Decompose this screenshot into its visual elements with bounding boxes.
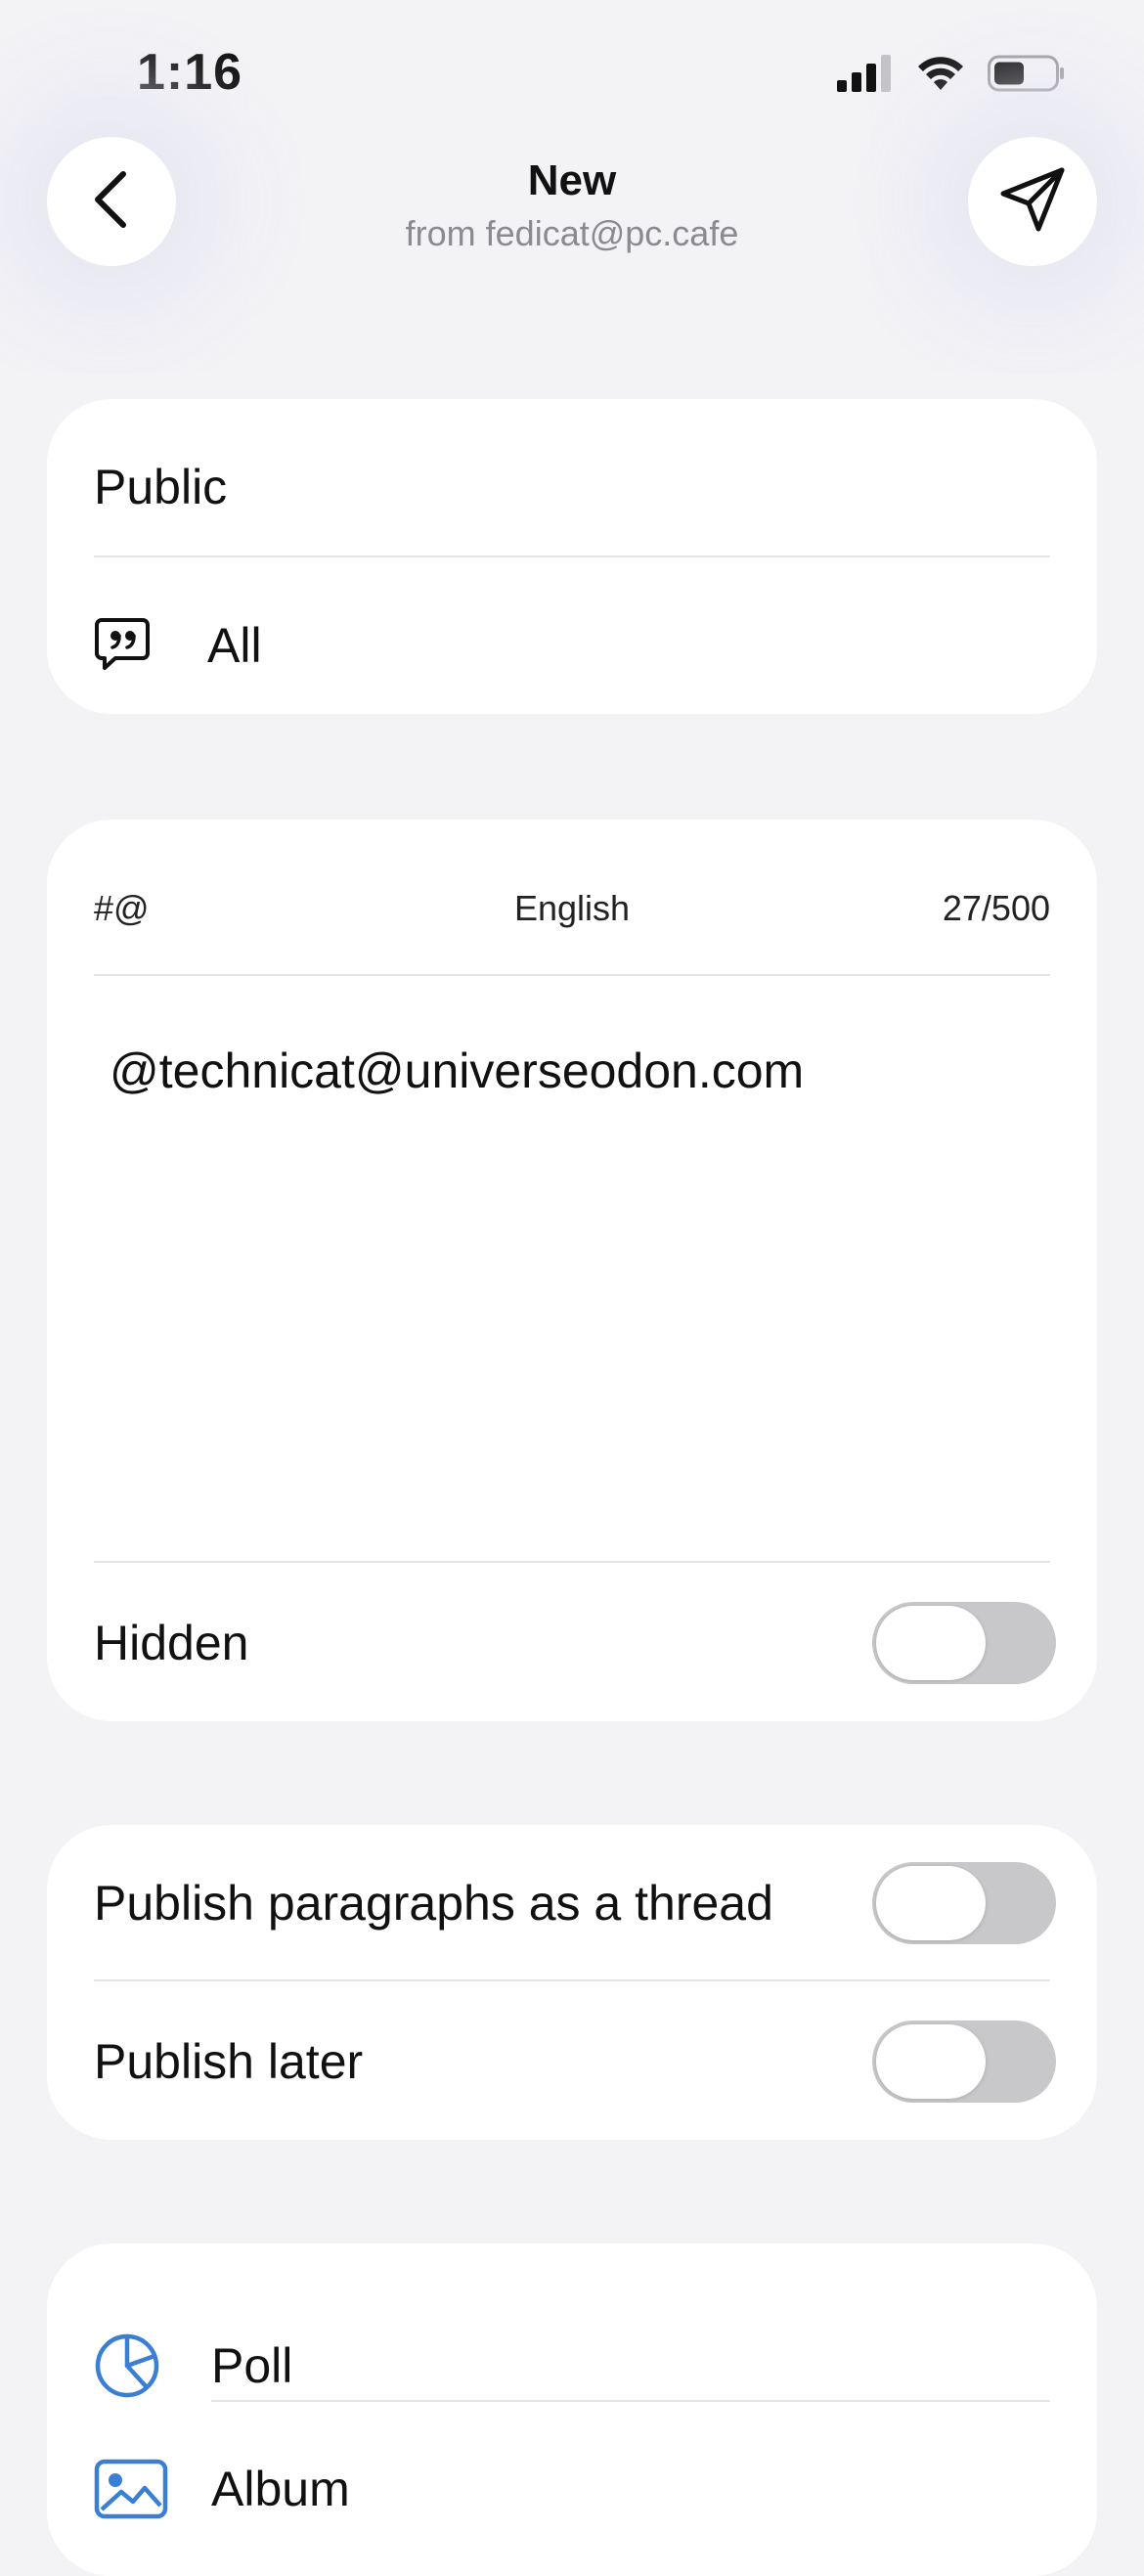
status-bar: 1:16 bbox=[0, 0, 1144, 147]
toggle-knob bbox=[876, 2024, 986, 2099]
thread-label: Publish paragraphs as a thread bbox=[94, 1876, 773, 1931]
hidden-toggle[interactable] bbox=[872, 1602, 1056, 1684]
divider bbox=[94, 974, 1050, 976]
publish-later-toggle[interactable] bbox=[872, 2021, 1056, 2103]
character-count: 27/500 bbox=[942, 888, 1050, 928]
compose-card: #@ English 27/500 @technicat@universeodo… bbox=[47, 820, 1097, 1721]
visibility-card: Public All bbox=[47, 399, 1097, 714]
status-icons bbox=[837, 55, 1066, 97]
divider bbox=[211, 2400, 1050, 2402]
cellular-signal-icon bbox=[837, 55, 894, 97]
status-time: 1:16 bbox=[137, 44, 243, 101]
wifi-icon bbox=[915, 55, 966, 97]
thread-toggle[interactable] bbox=[872, 1862, 1056, 1944]
divider bbox=[94, 1561, 1050, 1563]
quote-bubble-icon bbox=[94, 616, 207, 676]
reply-scope-label: All bbox=[207, 618, 262, 673]
divider bbox=[94, 555, 1050, 557]
send-button[interactable] bbox=[968, 137, 1097, 266]
album-row[interactable]: Album bbox=[94, 2445, 1050, 2533]
reply-scope-row[interactable]: All bbox=[94, 606, 1050, 685]
photo-album-icon bbox=[94, 2459, 211, 2519]
compose-text-input[interactable]: @technicat@universeodon.com bbox=[110, 1043, 804, 1099]
language-selector[interactable]: English bbox=[94, 888, 1050, 929]
divider bbox=[94, 1979, 1050, 1981]
poll-label: Poll bbox=[211, 2338, 293, 2393]
publish-later-label: Publish later bbox=[94, 2034, 364, 2089]
compose-meta-row: #@ English 27/500 bbox=[94, 888, 1050, 947]
attachments-card: Poll Album bbox=[47, 2243, 1097, 2576]
pie-chart-icon bbox=[94, 2332, 211, 2399]
visibility-row[interactable]: Public bbox=[94, 448, 1050, 526]
hidden-label: Hidden bbox=[94, 1616, 249, 1670]
poll-row[interactable]: Poll bbox=[94, 2322, 1050, 2410]
battery-icon bbox=[988, 55, 1066, 97]
toggle-knob bbox=[876, 1866, 986, 1940]
publish-options-card: Publish paragraphs as a thread Publish l… bbox=[47, 1825, 1097, 2140]
visibility-label: Public bbox=[94, 460, 228, 514]
album-label: Album bbox=[211, 2462, 350, 2516]
paper-plane-icon bbox=[997, 164, 1068, 240]
toggle-knob bbox=[876, 1606, 986, 1680]
